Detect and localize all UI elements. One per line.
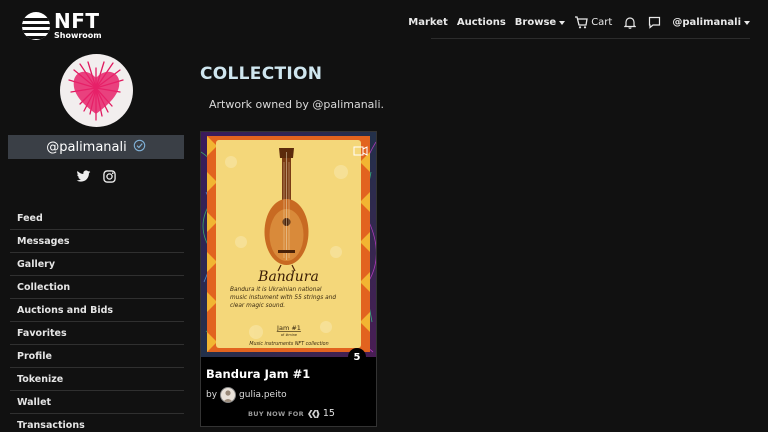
sidebar-item-feed[interactable]: Feed: [10, 207, 184, 230]
art-tag: Jam #1: [276, 324, 301, 332]
art-desc-1: Bandura it is Ukrainian national: [230, 287, 322, 293]
instagram-icon[interactable]: [103, 170, 116, 183]
twitter-icon[interactable]: [76, 170, 91, 183]
top-nav: Market Auctions Browse Cart @palimanali: [399, 16, 750, 29]
nav-divider: [431, 38, 750, 39]
nft-card[interactable]: Bandura Bandura it is Ukrainian national…: [200, 131, 377, 427]
user-menu-label: @palimanali: [672, 17, 741, 28]
creator-name[interactable]: gulia.peito: [239, 390, 287, 400]
hive-icon: [307, 409, 320, 418]
sidebar-item-collection[interactable]: Collection: [10, 276, 184, 299]
logo-subtitle: Showroom: [54, 31, 102, 40]
chevron-down-icon: [559, 20, 566, 25]
buy-now-label: BUY NOW FOR: [248, 409, 304, 418]
social-links: [76, 170, 116, 183]
bell-icon: [624, 17, 637, 29]
avatar[interactable]: [60, 54, 133, 127]
sidebar-item-profile[interactable]: Profile: [10, 345, 184, 368]
nav-cart-label: Cart: [591, 17, 613, 28]
avatar-heart-image: [68, 61, 124, 121]
art-footer: Music instruments NFT collection: [249, 341, 328, 347]
nav-browse[interactable]: Browse: [514, 17, 566, 28]
nft-artwork[interactable]: Bandura Bandura it is Ukrainian national…: [201, 132, 376, 357]
nav-browse-label: Browse: [514, 17, 557, 28]
sidebar-item-tokenize[interactable]: Tokenize: [10, 368, 184, 391]
profile-username-label: @palimanali: [46, 139, 127, 155]
nft-creator: by gulia.peito: [206, 387, 287, 403]
creator-avatar[interactable]: [220, 387, 237, 403]
sidebar-menu: Feed Messages Gallery Collection Auction…: [10, 207, 184, 432]
sidebar-item-gallery[interactable]: Gallery: [10, 253, 184, 276]
nav-cart[interactable]: Cart: [574, 16, 612, 29]
art-title: Bandura: [257, 269, 319, 285]
page-subtitle: Artwork owned by @palimanali.: [209, 98, 385, 111]
user-menu[interactable]: @palimanali: [672, 17, 750, 28]
profile-username: @palimanali: [8, 135, 184, 159]
buy-now-price[interactable]: BUY NOW FOR 15: [248, 408, 335, 419]
chevron-down-icon: [744, 20, 750, 25]
nft-title[interactable]: Bandura Jam #1: [206, 367, 310, 381]
page-title: COLLECTION: [200, 64, 323, 84]
art-desc-2: music instument with 55 strings and: [230, 295, 336, 301]
price-value: 15: [322, 408, 335, 419]
sidebar-item-transactions[interactable]: Transactions: [10, 414, 184, 432]
edition-count-badge: 5: [348, 348, 366, 366]
art-tag-sub: of #mine: [281, 333, 297, 337]
sidebar-item-wallet[interactable]: Wallet: [10, 391, 184, 414]
notifications-button[interactable]: [624, 16, 637, 29]
by-label: by: [206, 390, 218, 400]
cart-icon: [575, 16, 588, 29]
nav-auctions[interactable]: Auctions: [457, 17, 506, 28]
sidebar-item-auctions-and-bids[interactable]: Auctions and Bids: [10, 299, 184, 322]
logo-title: NFT: [54, 9, 100, 33]
logo-globe-icon: [22, 11, 50, 40]
verified-icon: [133, 139, 146, 156]
sidebar-item-messages[interactable]: Messages: [10, 230, 184, 253]
art-desc-3: clear magic sound.: [230, 303, 285, 309]
sidebar-item-favorites[interactable]: Favorites: [10, 322, 184, 345]
chat-icon: [649, 16, 661, 29]
nav-market[interactable]: Market: [408, 17, 448, 28]
messages-button[interactable]: [648, 16, 661, 29]
site-logo[interactable]: NFT Showroom: [22, 11, 102, 40]
